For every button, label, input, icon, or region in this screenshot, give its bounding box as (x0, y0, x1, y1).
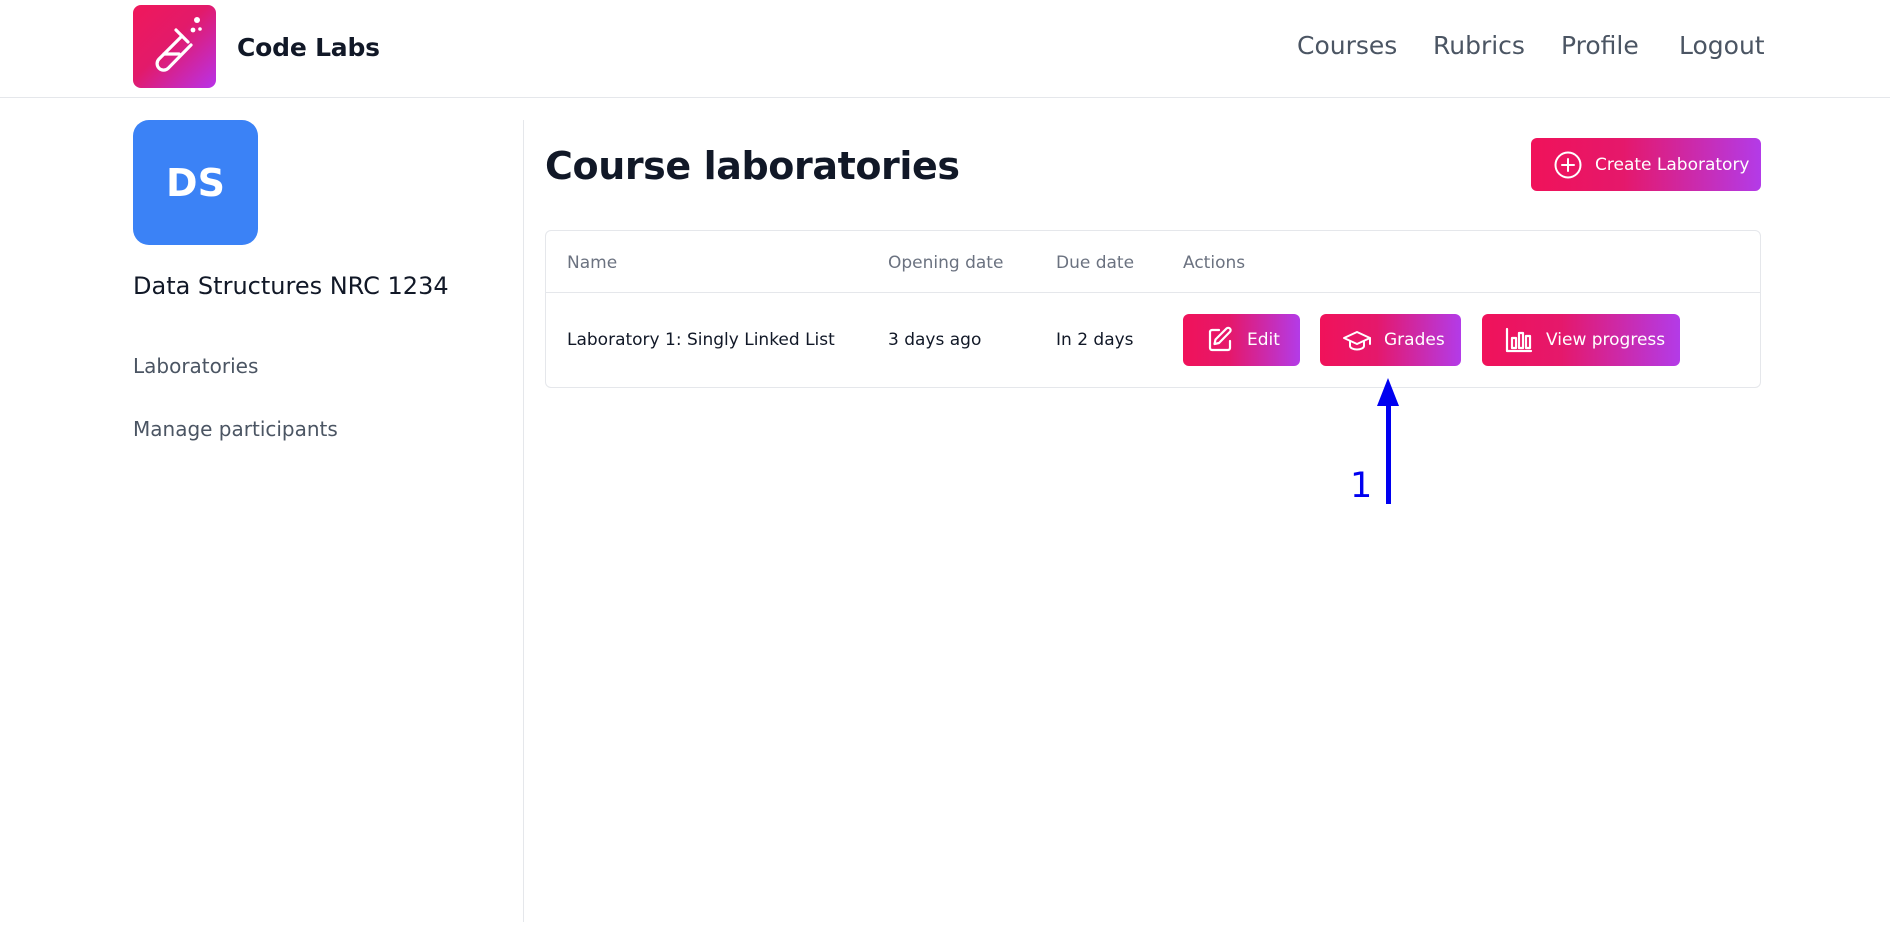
nav-profile[interactable]: Profile (1561, 31, 1639, 60)
course-avatar: DS (133, 120, 258, 245)
nav-logout[interactable]: Logout (1679, 31, 1765, 60)
annotation-label: 1 (1350, 466, 1373, 506)
laboratories-table: Name Opening date Due date Actions Labor… (545, 230, 1761, 388)
nav-rubrics[interactable]: Rubrics (1433, 31, 1525, 60)
lab-due-date: In 2 days (1056, 330, 1134, 350)
view-progress-label: View progress (1546, 330, 1666, 350)
app-logo[interactable] (133, 5, 216, 88)
view-progress-button[interactable]: View progress (1482, 314, 1680, 366)
bar-chart-icon (1504, 325, 1534, 355)
sidebar-item-manage-participants[interactable]: Manage participants (133, 417, 338, 441)
column-header-opening-date: Opening date (888, 253, 1004, 273)
create-laboratory-button[interactable]: Create Laboratory (1531, 138, 1761, 191)
edit-label: Edit (1247, 330, 1280, 350)
grades-label: Grades (1384, 330, 1445, 350)
course-name: Data Structures NRC 1234 (133, 272, 449, 300)
test-tube-icon (155, 16, 202, 72)
lab-name: Laboratory 1: Singly Linked List (567, 330, 835, 350)
top-navbar: Code Labs Courses Rubrics Profile Logout (0, 0, 1890, 98)
sidebar-divider (523, 120, 524, 922)
grades-button[interactable]: Grades (1320, 314, 1461, 366)
edit-icon (1205, 325, 1235, 355)
page-title: Course laboratories (545, 144, 960, 188)
nav-courses[interactable]: Courses (1297, 31, 1397, 60)
column-header-actions: Actions (1183, 253, 1246, 273)
column-header-due-date: Due date (1056, 253, 1135, 273)
graduation-cap-icon (1342, 325, 1372, 355)
annotation-arrow (1386, 400, 1391, 504)
lab-opening-date: 3 days ago (888, 330, 982, 350)
plus-circle-icon (1553, 150, 1583, 180)
sidebar-item-laboratories[interactable]: Laboratories (133, 354, 258, 378)
brand-name[interactable]: Code Labs (237, 33, 380, 62)
column-header-name: Name (567, 253, 618, 273)
create-laboratory-label: Create Laboratory (1595, 154, 1750, 175)
table-header-divider (546, 292, 1760, 293)
edit-button[interactable]: Edit (1183, 314, 1300, 366)
